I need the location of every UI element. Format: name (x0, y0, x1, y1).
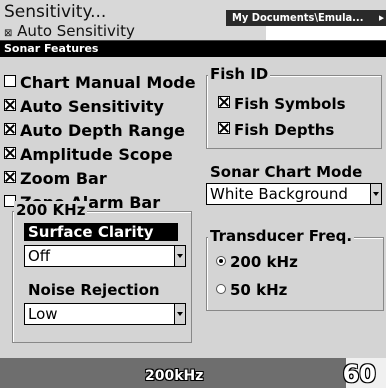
checkbox-label: Fish Symbols (234, 95, 346, 113)
transducer-title: Transducer Freq. (208, 227, 355, 245)
noise-rejection-value: Low (28, 305, 58, 323)
surface-clarity-value: Off (28, 247, 51, 265)
checkbox-box (4, 147, 16, 159)
checkbox-label: Auto Sensitivity (20, 97, 164, 116)
sonar-features-dialog: Sonar Features Chart Manual Mode Auto Se… (0, 40, 386, 359)
sonar-chart-mode-value: White Background (210, 185, 348, 203)
radio-200khz[interactable]: 200 kHz (216, 253, 298, 271)
frequency-readout: 200kHz (145, 368, 204, 384)
surface-clarity-select[interactable]: Off (24, 245, 186, 267)
checkbox-box (4, 123, 16, 135)
noise-rejection-select[interactable]: Low (24, 303, 186, 325)
radio-50khz[interactable]: 50 kHz (216, 281, 287, 299)
fish-id-title: Fish ID (208, 65, 271, 83)
menu-item-auto-sensitivity[interactable]: ⊠ Auto Sensitivity (4, 22, 135, 40)
checkbox-label: Chart Manual Mode (20, 73, 196, 92)
file-path-bar: My Documents\Emula... ▸ (226, 10, 386, 26)
sonar-chart-mode-label: Sonar Chart Mode (210, 163, 363, 181)
sonar-chart-mode-select[interactable]: White Background (206, 183, 382, 205)
checkbox-label: Amplitude Scope (20, 145, 173, 164)
checkbox-label: Zoom Bar (20, 169, 107, 188)
radio-label: 200 kHz (230, 253, 298, 271)
chevron-down-icon[interactable] (174, 304, 185, 324)
checkbox-label: Fish Depths (234, 121, 335, 139)
chevron-down-icon[interactable] (370, 184, 381, 204)
radio-dot (216, 256, 226, 266)
checkbox-box (4, 75, 16, 87)
khz-group-title: 200 KHz (14, 201, 88, 219)
checkbox-auto-sensitivity[interactable]: Auto Sensitivity (4, 97, 164, 116)
surface-clarity-label: Surface Clarity (24, 223, 178, 241)
noise-rejection-label: Noise Rejection (28, 281, 160, 299)
checkbox-fish-symbols[interactable]: Fish Symbols (218, 95, 346, 113)
checkbox-chart-manual-mode[interactable]: Chart Manual Mode (4, 73, 196, 92)
checkbox-zoom-bar[interactable]: Zoom Bar (4, 169, 107, 188)
radio-label: 50 kHz (230, 281, 288, 299)
checkbox-box (218, 96, 230, 108)
depth-readout: 60 (342, 360, 376, 388)
arrow-right-icon: ▸ (379, 11, 384, 24)
checkbox-box (218, 122, 230, 134)
dialog-title: Sonar Features (0, 41, 386, 57)
checkbox-box (4, 171, 16, 183)
background-value-box (266, 26, 386, 40)
background-menu: Sensitivity... ⊠ Auto Sensitivity My Doc… (0, 0, 386, 40)
transducer-group (206, 237, 384, 311)
menu-item-auto-sensitivity-label: Auto Sensitivity (17, 22, 135, 40)
file-path-text: My Documents\Emula... (232, 11, 364, 24)
chevron-down-icon[interactable] (174, 246, 185, 266)
menu-item-sensitivity[interactable]: Sensitivity... (4, 2, 106, 22)
checkbox-box (4, 99, 16, 111)
checkbox-amplitude-scope[interactable]: Amplitude Scope (4, 145, 173, 164)
radio-dot (216, 284, 226, 294)
checkbox-label: Auto Depth Range (20, 121, 185, 140)
checkbox-fish-depths[interactable]: Fish Depths (218, 121, 334, 139)
checkbox-auto-depth-range[interactable]: Auto Depth Range (4, 121, 185, 140)
status-bar: 200kHz 60 (0, 358, 386, 388)
